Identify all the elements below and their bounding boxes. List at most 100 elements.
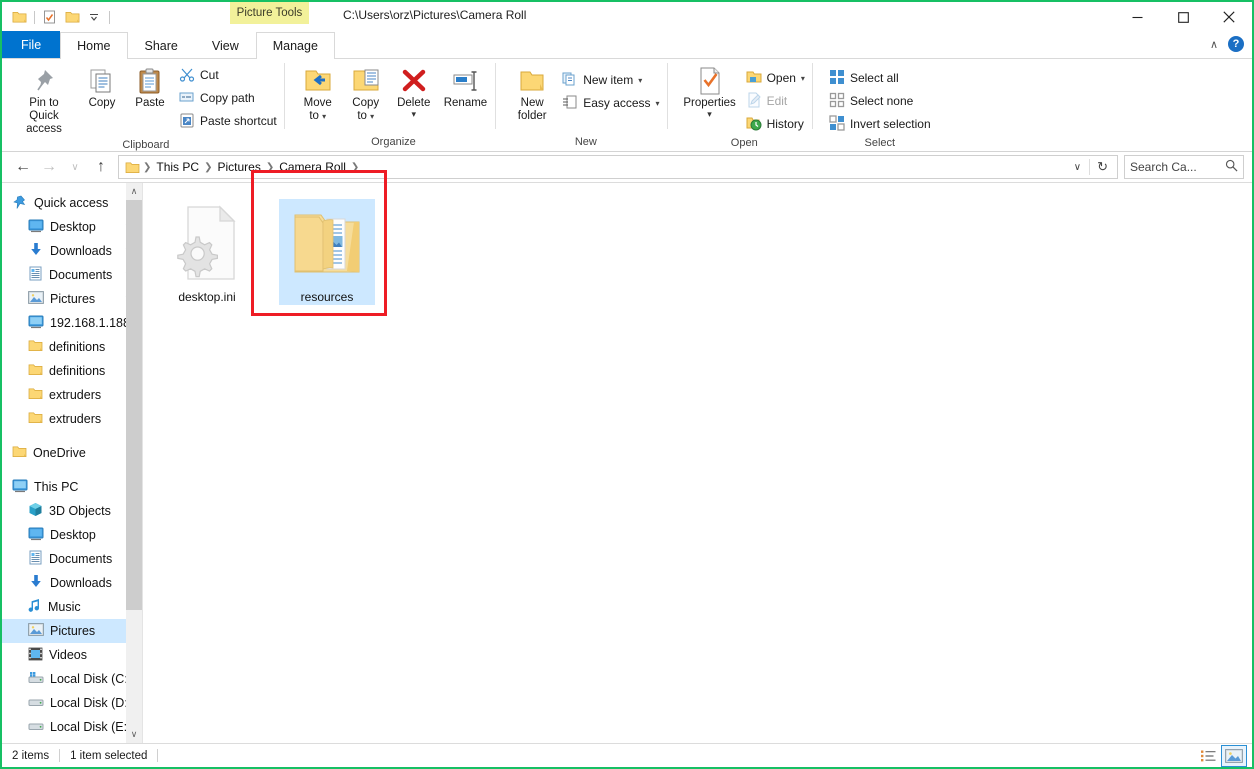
- chevron-down-icon: ▾: [801, 74, 805, 83]
- collapse-ribbon-icon[interactable]: ∧: [1210, 38, 1218, 51]
- select-all-button[interactable]: Select all: [824, 67, 936, 89]
- up-button[interactable]: ↑: [88, 155, 114, 179]
- open-button[interactable]: Open ▾: [741, 67, 810, 89]
- nav-item-network-computer[interactable]: 192.168.1.188: [2, 311, 142, 335]
- select-none-button[interactable]: Select none: [824, 90, 936, 112]
- move-to-button[interactable]: Move to ▾: [294, 63, 342, 125]
- nav-item-definitions-1[interactable]: definitions: [2, 335, 142, 359]
- paste-shortcut-icon: [179, 112, 195, 131]
- scroll-up-icon[interactable]: ∧: [126, 183, 142, 200]
- tab-view[interactable]: View: [195, 32, 256, 58]
- nav-item-local-disk-d[interactable]: Local Disk (D:): [2, 691, 142, 715]
- button-label: Move: [304, 97, 332, 110]
- window-title: C:\Users\orz\Pictures\Camera Roll: [343, 8, 526, 22]
- close-button[interactable]: [1206, 2, 1252, 32]
- nav-item-this-pc[interactable]: This PC: [2, 475, 142, 499]
- edit-button[interactable]: Edit: [741, 90, 810, 112]
- invert-selection-button[interactable]: Invert selection: [824, 113, 936, 135]
- delete-button[interactable]: Delete ▾: [390, 63, 438, 120]
- status-bar: 2 items 1 item selected: [2, 743, 1252, 767]
- help-icon[interactable]: ?: [1228, 36, 1244, 52]
- file-item-desktop-ini[interactable]: desktop.ini: [157, 197, 257, 315]
- copy-to-icon: [351, 65, 381, 97]
- tab-share[interactable]: Share: [128, 32, 195, 58]
- rename-button[interactable]: Rename: [438, 63, 493, 112]
- refresh-icon[interactable]: ↻: [1089, 159, 1115, 175]
- nav-item-pc-desktop[interactable]: Desktop: [2, 523, 142, 547]
- copy-icon: [88, 65, 116, 97]
- new-folder-button[interactable]: New folder: [507, 63, 557, 125]
- nav-item-pc-documents[interactable]: Documents: [2, 547, 142, 571]
- search-placeholder: Search Ca...: [1130, 160, 1197, 174]
- breadcrumb-item-pictures[interactable]: Pictures: [213, 157, 264, 177]
- ribbon-group-select: Select all Select none Invert selection: [812, 59, 938, 151]
- navigation-pane-scrollbar[interactable]: ∧ ∨: [126, 183, 142, 743]
- new-item-button[interactable]: New item ▾: [557, 69, 664, 91]
- nav-item-desktop[interactable]: Desktop: [2, 215, 142, 239]
- cut-button[interactable]: Cut: [174, 64, 282, 86]
- breadcrumb-item-camera-roll[interactable]: Camera Roll: [275, 157, 350, 177]
- quick-access-star-icon: [12, 194, 28, 213]
- contextual-tab-header: Picture Tools: [230, 2, 309, 24]
- nav-item-pc-pictures[interactable]: Pictures: [2, 619, 142, 643]
- nav-item-extruders-2[interactable]: extruders: [2, 407, 142, 431]
- copy-to-button[interactable]: Copy to ▾: [342, 63, 390, 125]
- nav-item-documents[interactable]: Documents: [2, 263, 142, 287]
- edit-icon: [746, 92, 762, 111]
- tab-home[interactable]: Home: [60, 32, 127, 59]
- properties-button[interactable]: Properties ▾: [679, 63, 741, 120]
- group-label: Select: [824, 135, 936, 151]
- large-icons-view-icon[interactable]: [1222, 746, 1246, 766]
- documents-icon: [28, 266, 43, 284]
- copy-button[interactable]: Copy: [78, 63, 126, 112]
- paste-button[interactable]: Paste: [126, 63, 174, 112]
- chevron-down-icon[interactable]: [83, 6, 105, 28]
- button-label: New item: [583, 73, 633, 87]
- button-label: Paste: [135, 97, 164, 110]
- tab-manage[interactable]: Manage: [256, 32, 335, 59]
- music-icon: [28, 598, 42, 616]
- nav-item-pictures[interactable]: Pictures: [2, 287, 142, 311]
- scrollbar-thumb[interactable]: [126, 200, 142, 610]
- nav-item-quick-access[interactable]: Quick access: [2, 191, 142, 215]
- properties-icon[interactable]: [39, 6, 61, 28]
- history-button[interactable]: History: [741, 113, 810, 135]
- scroll-down-icon[interactable]: ∨: [126, 726, 142, 743]
- button-label: Open: [767, 71, 796, 85]
- address-dropdown-icon[interactable]: ∨: [1066, 162, 1089, 173]
- nav-item-downloads[interactable]: Downloads: [2, 239, 142, 263]
- file-list-view[interactable]: desktop.ini: [142, 183, 1252, 743]
- maximize-button[interactable]: [1160, 2, 1206, 32]
- title-bar: Picture Tools C:\Users\orz\Pictures\Came…: [2, 2, 1252, 32]
- details-view-icon[interactable]: [1196, 746, 1220, 766]
- pin-to-quick-access-button[interactable]: Pin to Quick access: [10, 63, 78, 138]
- nav-item-extruders-1[interactable]: extruders: [2, 383, 142, 407]
- divider: [157, 749, 158, 762]
- copy-path-icon: [179, 89, 195, 108]
- recent-locations-button[interactable]: ∨: [62, 155, 88, 179]
- easy-access-button[interactable]: Easy access ▾: [557, 92, 664, 114]
- paste-shortcut-button[interactable]: Paste shortcut: [174, 110, 282, 132]
- nav-item-definitions-2[interactable]: definitions: [2, 359, 142, 383]
- forward-button[interactable]: →: [36, 155, 62, 179]
- breadcrumb[interactable]: ❯ This PC ❯ Pictures ❯ Camera Roll ❯ ∨ ↻: [118, 155, 1118, 179]
- folder-icon[interactable]: [8, 6, 30, 28]
- nav-item-label: Downloads: [50, 244, 117, 258]
- minimize-button[interactable]: [1114, 2, 1160, 32]
- tab-file[interactable]: File: [2, 31, 60, 58]
- file-item-resources[interactable]: resources: [277, 197, 377, 315]
- nav-item-3d-objects[interactable]: 3D Objects: [2, 499, 142, 523]
- nav-item-onedrive[interactable]: OneDrive: [2, 441, 142, 465]
- nav-item-local-disk-e[interactable]: Local Disk (E:): [2, 715, 142, 739]
- nav-item-videos[interactable]: Videos: [2, 643, 142, 667]
- new-item-icon: [562, 71, 578, 90]
- new-folder-icon[interactable]: [61, 6, 83, 28]
- nav-item-local-disk-c[interactable]: Local Disk (C:): [2, 667, 142, 691]
- back-button[interactable]: ←: [10, 155, 36, 179]
- copy-path-button[interactable]: Copy path: [174, 87, 282, 109]
- nav-item-pc-downloads[interactable]: Downloads: [2, 571, 142, 595]
- nav-item-music[interactable]: Music: [2, 595, 142, 619]
- breadcrumb-item-this-pc[interactable]: This PC: [152, 157, 203, 177]
- search-input[interactable]: Search Ca...: [1124, 155, 1244, 179]
- scrollbar-track[interactable]: [126, 200, 142, 726]
